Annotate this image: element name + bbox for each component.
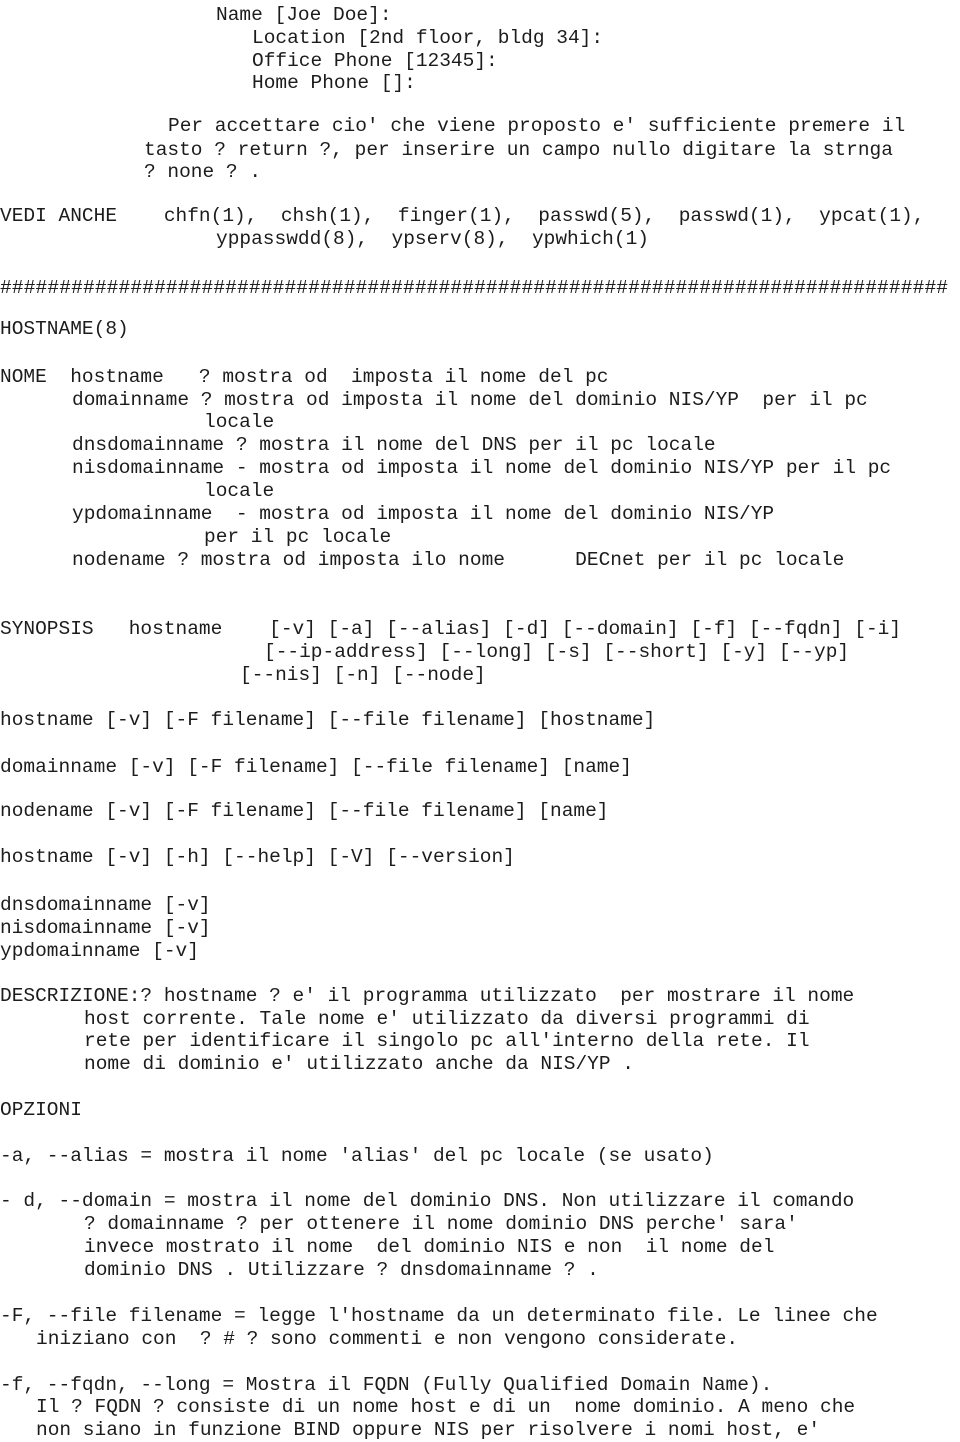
name-section-line: nodename ? mostra od imposta ilo nome DE… [72,549,845,571]
options-section-line: invece mostrato il nome del dominio NIS … [84,1236,775,1258]
synopsis-section-line: nodename [-v] [-F filename] [--file file… [0,800,609,822]
name-section-line: locale [204,411,275,433]
man-page-document: Name [Joe Doe]: Location [2nd floor, bldg… [0,0,960,1441]
name-section-line: domainname ? mostra od imposta il nome d… [72,389,868,411]
options-section-label: OPZIONI [0,1099,82,1121]
name-section-line: ypdomainname - mostra od imposta il nome… [72,503,775,525]
accept-note-line: Per accettare cio' che viene proposto e'… [168,115,906,137]
description-section-line: nome di dominio e' utilizzato anche da N… [84,1053,634,1075]
description-section-line: DESCRIZIONE:? hostname ? e' il programma… [0,985,855,1007]
name-section-line: per il pc locale [204,526,392,548]
options-section-line: -a, --alias = mostra il nome 'alias' del… [0,1145,714,1167]
page-heading: HOSTNAME(8) [0,318,129,340]
synopsis-section-line: [--ip-address] [--long] [-s] [--short] [… [264,641,850,663]
name-section-line: dnsdomainname ? mostra il nome del DNS p… [72,434,716,456]
options-section-line: -F, --file filename = legge l'hostname d… [0,1305,878,1327]
section-separator-rule: ########################################… [0,277,949,299]
synopsis-section-line: SYNOPSIS hostname [-v] [-a] [--alias] [-… [0,618,902,640]
accept-note-line: tasto ? return ?, per inserire un campo … [144,139,893,161]
see-also-line: VEDI ANCHE chfn(1), chsh(1), finger(1), … [0,205,925,227]
options-section-line: -f, --fqdn, --long = Mostra il FQDN (Ful… [0,1374,773,1396]
description-section-line: rete per identificare il singolo pc all'… [84,1030,810,1052]
options-section-line: ? domainname ? per ottenere il nome domi… [84,1213,798,1235]
chfn-prompt-line: Name [Joe Doe]: [216,4,392,26]
chfn-prompt-line: Location [2nd floor, bldg 34]: [252,27,604,49]
see-also-line: yppasswdd(8), ypserv(8), ypwhich(1) [216,228,649,250]
synopsis-section-line: domainname [-v] [-F filename] [--file fi… [0,756,632,778]
options-section-line: - d, --domain = mostra il nome del domin… [0,1190,855,1212]
chfn-prompt-line: Office Phone [12345]: [252,50,498,72]
options-section-line: iniziano con ? # ? sono commenti e non v… [36,1328,739,1350]
name-section-line: locale [204,480,275,502]
options-section-line: Il ? FQDN ? consiste di un nome host e d… [36,1396,856,1418]
options-section-line: non siano in funzione BIND oppure NIS pe… [36,1419,821,1441]
synopsis-section-line: ypdomainname [-v] [0,940,199,962]
synopsis-section-line: dnsdomainname [-v] [0,894,211,916]
synopsis-section-line: hostname [-v] [-F filename] [--file file… [0,709,656,731]
synopsis-section-line: hostname [-v] [-h] [--help] [-V] [--vers… [0,846,515,868]
synopsis-section-line: nisdomainname [-v] [0,917,211,939]
accept-note-line: ? none ? . [144,161,262,183]
synopsis-section-line: [--nis] [-n] [--node] [240,664,486,686]
chfn-prompt-line: Home Phone []: [252,72,416,94]
description-section-line: host corrente. Tale nome e' utilizzato d… [84,1008,810,1030]
name-section-line: NOME hostname ? mostra od imposta il nom… [0,366,609,388]
options-section-line: dominio DNS . Utilizzare ? dnsdomainname… [84,1259,599,1281]
name-section-line: nisdomainname - mostra od imposta il nom… [72,457,892,479]
